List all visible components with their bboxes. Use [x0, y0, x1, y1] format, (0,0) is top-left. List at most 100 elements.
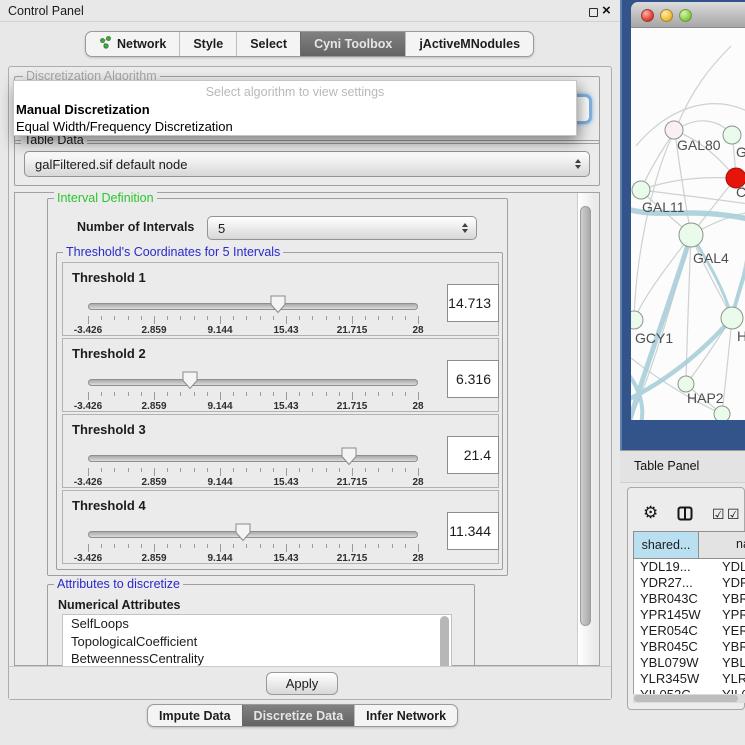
checkbox-icon[interactable]: ☑ — [712, 506, 725, 523]
gear-icon[interactable]: ⚙ — [643, 503, 658, 523]
dropdown-option-manual[interactable]: Manual Discretization — [14, 101, 576, 118]
cell-shared-name: YBR043C — [640, 591, 698, 607]
slider-tick — [167, 468, 168, 472]
table-row[interactable]: YDR27...YDR2 — [634, 575, 745, 591]
tab-network[interactable]: Network — [86, 32, 179, 56]
slider-thumb[interactable] — [270, 295, 286, 314]
tab-impute-data[interactable]: Impute Data — [148, 705, 242, 726]
table-row[interactable]: YDL19...YDL1 — [634, 559, 745, 575]
slider[interactable]: -3.4262.8599.14415.4321.71528 — [88, 415, 418, 489]
tick-label: -3.426 — [74, 477, 102, 488]
table-hscrollbar-thumb[interactable] — [634, 695, 738, 702]
cell-name: YBL0 — [722, 655, 745, 671]
slider-tick — [220, 544, 221, 552]
table-row[interactable]: YBR043CYBR0 — [634, 591, 745, 607]
threshold-value-field[interactable]: 21.4 — [447, 436, 499, 474]
close-icon[interactable]: × — [602, 2, 611, 19]
slider-thumb[interactable] — [182, 371, 198, 390]
tick-label: 2.859 — [141, 553, 166, 564]
cell-name: YDL1 — [722, 559, 745, 575]
slider-tick — [405, 316, 406, 320]
attribute-item[interactable]: TopologicalCoefficient — [63, 633, 451, 651]
slider-track[interactable] — [88, 303, 418, 310]
slider-thumb[interactable] — [341, 447, 357, 466]
network-tree-icon — [99, 36, 112, 52]
close-traffic-light-icon[interactable] — [641, 9, 654, 22]
node-label: GAL11 — [642, 199, 685, 215]
tab-label: Cyni Toolbox — [314, 37, 392, 51]
slider[interactable]: -3.4262.8599.14415.4321.71528 — [88, 263, 418, 337]
column-layout-icon[interactable] — [677, 506, 693, 526]
slider-tick — [167, 544, 168, 548]
slider-tick — [312, 544, 313, 548]
tab-discretize-data[interactable]: Discretize Data — [242, 705, 355, 726]
checkbox-icon[interactable]: ☑ — [727, 506, 740, 523]
zoom-traffic-light-icon[interactable] — [679, 9, 692, 22]
slider-tick — [88, 392, 89, 400]
tab-jactivemnodules[interactable]: jActiveMNodules — [405, 32, 533, 56]
tab-label: Impute Data — [159, 709, 231, 723]
table-rows[interactable]: YDL19...YDL1YDR27...YDR2YBR043CYBR0YPR14… — [633, 559, 745, 694]
slider-track[interactable] — [88, 379, 418, 386]
network-node[interactable] — [679, 223, 703, 247]
slider-tick — [180, 544, 181, 548]
slider-tick — [299, 316, 300, 320]
slider-tick — [180, 392, 181, 396]
slider-tick — [141, 468, 142, 472]
tab-cyni-toolbox[interactable]: Cyni Toolbox — [300, 32, 405, 56]
slider[interactable]: -3.4262.8599.14415.4321.71528 — [88, 339, 418, 413]
attribute-item[interactable]: BetweennessCentrality — [63, 650, 451, 668]
slider-tick — [378, 468, 379, 472]
slider-track[interactable] — [88, 455, 418, 462]
network-node[interactable] — [714, 406, 730, 420]
slider-tick — [392, 468, 393, 472]
table-row[interactable]: YER054CYER0 — [634, 623, 745, 639]
table-row[interactable]: YLR345WYLR3 — [634, 671, 745, 687]
table-row[interactable]: YBL079WYBL0 — [634, 655, 745, 671]
attribute-list-scrollbar[interactable] — [440, 616, 449, 672]
network-node[interactable] — [721, 307, 743, 329]
slider-track[interactable] — [88, 531, 418, 538]
tick-label: 21.715 — [337, 553, 368, 564]
network-canvas[interactable]: GAL80GACGAL11GAL4GCY1HHAP2 — [631, 28, 745, 420]
table-row[interactable]: YIL052CYIL0 — [634, 687, 745, 694]
slider-tick — [418, 316, 419, 324]
float-window-icon[interactable] — [589, 8, 598, 17]
settings-scrollbar-thumb[interactable] — [580, 206, 591, 626]
tab-infer-network[interactable]: Infer Network — [354, 705, 457, 726]
network-node[interactable] — [632, 181, 650, 199]
tab-select[interactable]: Select — [236, 32, 300, 56]
minimize-traffic-light-icon[interactable] — [660, 9, 673, 22]
network-node[interactable] — [631, 311, 643, 329]
number-of-intervals-combobox[interactable]: 5 — [207, 216, 477, 240]
slider-tick — [128, 468, 129, 472]
table-row[interactable]: YPR145WYPR1 — [634, 607, 745, 623]
threshold-value-field[interactable]: 14.713 — [447, 284, 499, 322]
cell-shared-name: YLR345W — [640, 671, 699, 687]
threshold-value-field[interactable]: 11.344 — [447, 512, 499, 550]
slider-tick — [154, 468, 155, 476]
slider-tick — [299, 392, 300, 396]
dropdown-placeholder-item[interactable]: Select algorithm to view settings — [14, 81, 576, 101]
slider-tick — [128, 544, 129, 548]
slider-tick — [392, 392, 393, 396]
slider-thumb[interactable] — [235, 523, 251, 542]
slider-tick — [405, 544, 406, 548]
attribute-item[interactable]: SelfLoops — [63, 615, 451, 633]
attribute-list[interactable]: SelfLoopsTopologicalCoefficientBetweenne… — [62, 614, 452, 674]
slider-tick — [207, 316, 208, 320]
slider-tick — [154, 392, 155, 400]
table-row[interactable]: YBR045CYBR0 — [634, 639, 745, 655]
table-column-header-shared[interactable]: shared... — [633, 531, 699, 559]
tick-label: 15.43 — [273, 477, 298, 488]
dropdown-option-equal-width[interactable]: Equal Width/Frequency Discretization — [14, 118, 576, 135]
tick-labels: -3.4262.8599.14415.4321.71528 — [88, 553, 418, 564]
apply-button[interactable]: Apply — [266, 672, 338, 695]
network-node[interactable] — [723, 126, 741, 144]
tab-style[interactable]: Style — [179, 32, 236, 56]
tick-label: 2.859 — [141, 325, 166, 336]
slider-tick — [299, 544, 300, 548]
threshold-value-field[interactable]: 6.316 — [447, 360, 499, 398]
slider[interactable]: -3.4262.8599.14415.4321.71528 — [88, 491, 418, 565]
table-data-combobox[interactable]: galFiltered.sif default node — [24, 151, 590, 177]
